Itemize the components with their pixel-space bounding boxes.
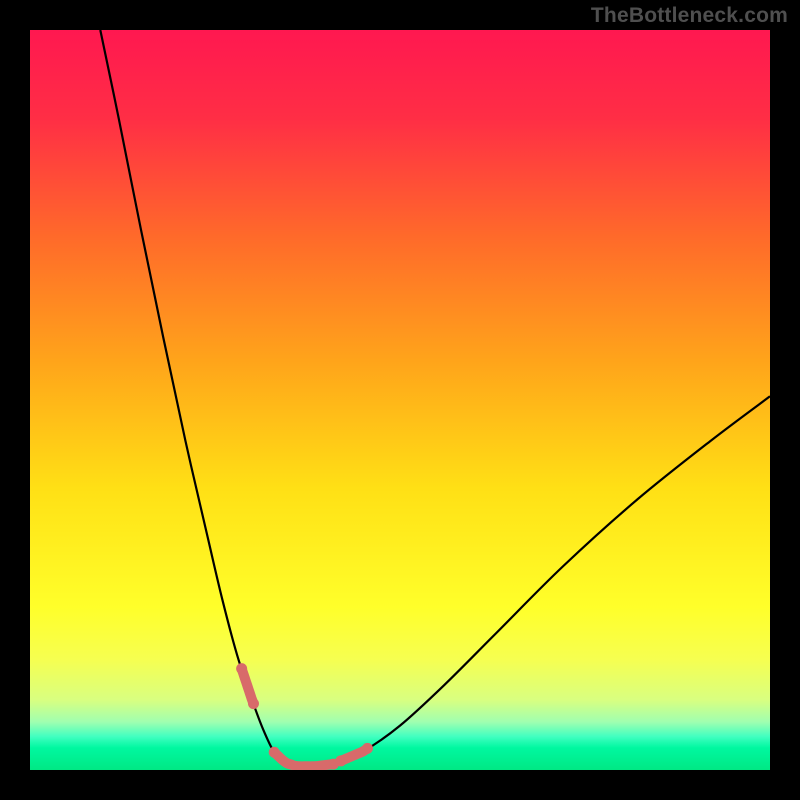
highlight-segment [274, 752, 333, 766]
highlight-endcap [248, 698, 259, 709]
attribution-text: TheBottleneck.com [591, 4, 788, 28]
highlight-endcap [335, 755, 346, 766]
plot-area [30, 30, 770, 770]
highlight-endcap [362, 743, 373, 754]
chart-frame: TheBottleneck.com [0, 0, 800, 800]
highlight-endcap [269, 747, 280, 758]
highlight-endcap [236, 663, 247, 674]
highlight-overlay [236, 663, 373, 769]
highlight-segment [242, 669, 254, 704]
curve-layer [30, 30, 770, 770]
bottleneck-curve [100, 30, 770, 767]
